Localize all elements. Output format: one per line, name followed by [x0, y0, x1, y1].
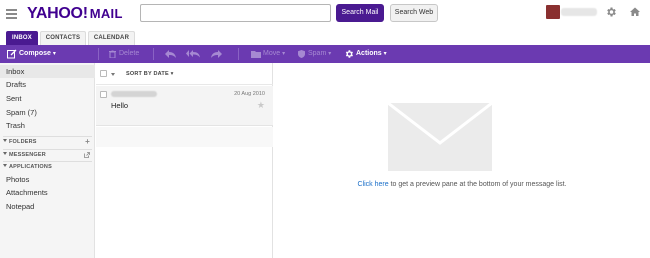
chevron-down-icon: ▾: [52, 51, 56, 57]
search-input[interactable]: [140, 4, 331, 22]
message-date: 20 Aug 2010: [234, 91, 265, 97]
sidebar-item-inbox[interactable]: Inbox: [0, 65, 95, 78]
search-mail-button[interactable]: Search Mail: [336, 4, 384, 22]
toolbar-divider: [238, 48, 239, 60]
toolbar-divider: [153, 48, 154, 60]
collapse-triangle-icon: [3, 139, 7, 142]
chevron-down-icon: ▾: [328, 51, 332, 57]
sidebar-item-sent[interactable]: Sent: [0, 92, 95, 105]
click-here-link[interactable]: Click here: [358, 181, 389, 188]
chevron-down-icon: ▾: [383, 51, 387, 57]
list-item[interactable]: 20 Aug 2010 Hello ★: [96, 86, 273, 126]
tab-inbox[interactable]: INBOX: [6, 31, 38, 45]
message-subject: Hello: [111, 101, 129, 110]
logo-mail-text: MAIL: [89, 6, 123, 21]
sidebar-item-photos[interactable]: Photos: [0, 173, 95, 186]
message-list: SORT BY DATE ▾ 20 Aug 2010 Hello ★: [96, 63, 273, 258]
logo-text: YAHOO!: [27, 5, 88, 22]
list-empty-area: [96, 127, 273, 147]
delete-button[interactable]: Delete: [119, 45, 139, 63]
chevron-down-icon: ▾: [282, 51, 286, 57]
collapse-triangle-icon: [3, 164, 7, 167]
trash-icon: [109, 50, 116, 58]
move-button[interactable]: Move ▾: [263, 45, 285, 63]
header: YAHOO! MAIL Search Mail Search Web: [0, 0, 650, 30]
tabs-bar: INBOX CONTACTS CALENDAR: [0, 31, 650, 45]
hamburger-menu-icon[interactable]: [6, 9, 17, 19]
chevron-down-icon[interactable]: [111, 73, 115, 76]
yahoo-mail-logo[interactable]: YAHOO! MAIL: [27, 5, 123, 23]
chevron-down-icon: ▾: [170, 71, 174, 77]
toolbar-divider: [98, 48, 99, 60]
move-label: Move: [263, 50, 281, 57]
section-messenger-label: MESSENGER: [9, 152, 46, 158]
username-redacted[interactable]: [561, 8, 597, 16]
search-web-button[interactable]: Search Web: [390, 4, 438, 22]
actions-label: Actions: [356, 50, 382, 57]
preview-hint: Click here to get a preview pane at the …: [274, 181, 650, 188]
preview-hint-text: to get a preview pane at the bottom of y…: [388, 181, 567, 188]
reply-all-icon[interactable]: [186, 50, 200, 58]
sort-label: SORT BY DATE: [126, 71, 169, 77]
spam-label: Spam: [308, 50, 327, 57]
envelope-icon: [388, 103, 492, 171]
avatar[interactable]: [546, 5, 560, 19]
select-all-checkbox[interactable]: [100, 70, 107, 77]
toolbar: Compose ▾ Delete Move ▾ Spam ▾ Actions ▾: [0, 45, 650, 63]
forward-icon[interactable]: [211, 50, 222, 58]
actions-button[interactable]: Actions ▾: [356, 45, 387, 63]
section-applications[interactable]: APPLICATIONS: [0, 162, 95, 172]
gear-icon: [345, 50, 353, 58]
tab-contacts[interactable]: CONTACTS: [40, 31, 86, 45]
section-folders[interactable]: FOLDERS +: [0, 137, 95, 147]
sidebar: Inbox Drafts Sent Spam (7) Trash FOLDERS…: [0, 63, 95, 258]
sidebar-item-notepad[interactable]: Notepad: [0, 200, 95, 213]
sort-by-date-button[interactable]: SORT BY DATE ▾: [126, 71, 174, 77]
spam-button[interactable]: Spam ▾: [308, 45, 331, 63]
folder-icon: [251, 51, 261, 58]
compose-icon: [7, 49, 17, 59]
sidebar-item-trash[interactable]: Trash: [0, 119, 95, 132]
home-icon[interactable]: [629, 6, 641, 18]
sidebar-item-drafts[interactable]: Drafts: [0, 78, 95, 91]
tab-calendar[interactable]: CALENDAR: [88, 31, 135, 45]
sender-redacted: [111, 91, 157, 97]
sidebar-item-attachments[interactable]: Attachments: [0, 186, 95, 199]
shield-icon: [298, 50, 305, 58]
collapse-triangle-icon: [3, 152, 7, 155]
message-checkbox[interactable]: [100, 91, 107, 98]
gear-icon[interactable]: [605, 6, 617, 18]
reply-icon[interactable]: [165, 50, 176, 58]
compose-button[interactable]: Compose ▾: [19, 45, 56, 63]
sidebar-item-spam[interactable]: Spam (7): [0, 106, 95, 119]
section-messenger[interactable]: MESSENGER: [0, 150, 95, 160]
star-icon[interactable]: ★: [257, 100, 265, 110]
section-folders-label: FOLDERS: [9, 139, 37, 145]
compose-label: Compose: [19, 50, 51, 57]
preview-pane: Click here to get a preview pane at the …: [274, 63, 650, 258]
external-link-icon[interactable]: [84, 152, 90, 158]
add-folder-icon[interactable]: +: [85, 137, 90, 147]
section-applications-label: APPLICATIONS: [9, 164, 52, 170]
list-header: SORT BY DATE ▾: [96, 63, 273, 85]
